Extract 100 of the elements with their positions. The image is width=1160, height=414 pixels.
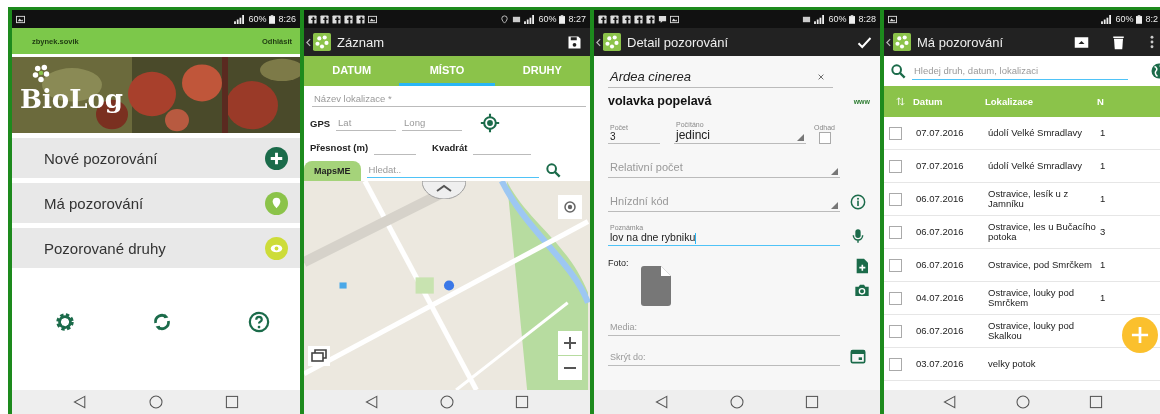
date-cell-text: 06.07.2016 [916,226,965,238]
save-icon[interactable] [567,34,582,50]
clock: 8:28 [858,14,876,24]
clock: 8:26 [278,14,296,24]
date-cell-text: 06.07.2016 [916,325,965,337]
location-cell-text: Ostravice, les u Bučacího potoka [988,221,1097,243]
notification-icon [308,14,317,24]
recents-button[interactable] [514,394,531,410]
row-checkbox[interactable] [889,159,902,173]
row-checkbox[interactable] [889,258,902,272]
signal-icon [524,14,536,24]
row-checkbox[interactable] [889,126,902,140]
mapsme-tab[interactable]: MapsME [304,161,361,181]
back-button[interactable] [72,394,88,410]
help-icon[interactable] [248,311,270,333]
notification-icon [332,14,341,24]
back-button[interactable] [653,394,670,410]
menu-item[interactable]: Nové pozorování [12,138,300,178]
battery-icon [559,14,566,24]
microphone-icon[interactable] [850,228,866,244]
row-checkbox[interactable] [889,192,902,206]
menu-item[interactable]: Má pozorování [12,183,300,223]
notification-icon [610,14,619,24]
menu-item[interactable]: Pozorované druhy [12,228,300,268]
accuracy-label: Přesnost (m) [310,141,369,153]
location-cell-text: velky potok [988,358,1037,370]
image-icon [670,14,679,24]
estimate-checkbox[interactable] [818,132,831,144]
more-icon[interactable] [1150,34,1154,50]
screen-title: Záznam [337,34,384,50]
image-icon [888,14,897,24]
row-checkbox[interactable] [889,357,902,371]
battery-percent: 60% [538,14,557,24]
recents-button[interactable] [224,394,240,410]
zoom-out-button[interactable] [558,356,582,380]
layers-button[interactable] [308,346,330,366]
media-field[interactable]: Media: [608,318,840,336]
expand-tab[interactable] [422,181,466,199]
species-field[interactable]: Ardea cinerea [608,66,833,88]
settings-icon[interactable] [54,311,76,333]
calendar-icon[interactable] [850,348,866,364]
search-field[interactable]: Hledat.. [366,162,539,178]
clear-icon[interactable] [817,72,825,81]
row-checkbox[interactable] [889,291,902,305]
location-cell-text: údolí Velké Smradlavy [988,160,1083,172]
count-cell-text: 1 [1100,259,1107,271]
hide-until-field[interactable]: Skrýt do: [608,348,840,366]
signal-icon [814,14,826,24]
notification-icon [356,14,365,24]
longitude-field[interactable]: Long [402,115,463,131]
location-cell-text: Ostravice, louky pod Skalkou [988,320,1076,342]
row-checkbox[interactable] [889,324,902,338]
battery-percent: 60% [828,14,847,24]
battery-icon [269,14,276,24]
logo-icon [313,33,331,51]
image-icon [368,14,377,24]
home-button[interactable] [729,394,745,410]
camera-icon[interactable] [854,282,870,298]
location-name-field[interactable]: Název lokalizace * [312,90,586,107]
back-icon[interactable] [306,37,311,47]
file-icon [640,266,671,306]
search-icon[interactable] [544,162,561,178]
add-file-icon[interactable] [854,258,870,274]
location-cell-text: Ostravice, louky pod Smrčkem [988,287,1076,309]
home-button[interactable] [439,394,455,410]
target-icon[interactable] [480,113,501,133]
clock: 8:2 [1145,14,1158,24]
signal-icon [1101,14,1113,24]
recents-button[interactable] [1087,394,1104,410]
back-icon[interactable] [596,37,601,47]
back-button[interactable] [363,394,380,410]
search-icon[interactable] [890,63,906,79]
notification-icon [344,14,353,24]
back-icon[interactable] [886,37,891,47]
sync-icon[interactable] [151,311,173,333]
location-cell-text: Ostravice, lesík u z Jamníku [988,188,1070,210]
screen-title: Má pozorování [917,34,1003,50]
search-field[interactable]: Hledej druh, datum, lokalizaci [912,62,1128,80]
count-cell-text: 1 [1100,160,1107,172]
count-cell-text: 1 [1100,193,1107,205]
battery-percent: 60% [248,14,267,24]
location-cell-text: Ostravice, pod Smrčkem [988,259,1093,271]
archive-icon[interactable] [1074,34,1089,50]
home-button[interactable] [148,394,164,410]
trash-icon[interactable] [1111,34,1126,50]
notification-icon [646,14,655,24]
latitude-field[interactable]: Lat [336,115,397,131]
info-icon[interactable] [850,194,866,210]
count-cell-text: 1 [1100,292,1107,304]
common-name: volavka popelavá [608,94,712,108]
zoom-in-button[interactable] [558,331,582,355]
date-cell-text: 06.07.2016 [916,193,965,205]
row-checkbox[interactable] [889,225,902,239]
image-icon [16,14,25,24]
count-cell-text: 3 [1100,226,1107,238]
home-button[interactable] [1015,394,1031,410]
recents-button[interactable] [804,394,821,410]
my-location-button[interactable] [558,195,582,219]
quadrant-label: Kvadrát [432,141,468,153]
count-cell-text: 1 [1100,127,1107,139]
